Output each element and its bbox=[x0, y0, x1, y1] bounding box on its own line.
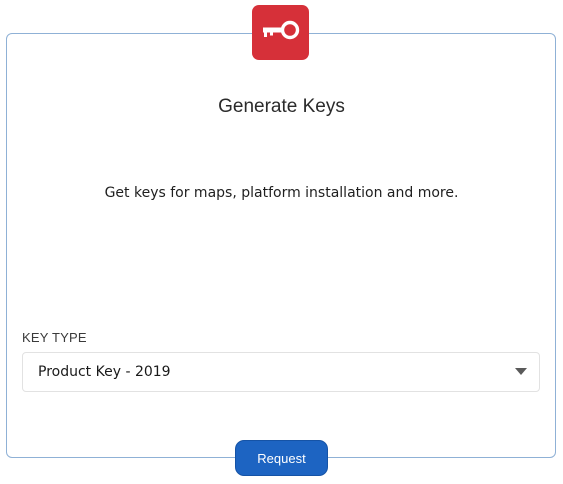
request-button[interactable]: Request bbox=[235, 440, 328, 476]
key-type-selected-value: Product Key - 2019 bbox=[38, 364, 171, 380]
key-badge bbox=[252, 5, 309, 60]
key-type-label: KEY TYPE bbox=[22, 330, 87, 345]
key-icon bbox=[261, 19, 301, 46]
page-subtitle: Get keys for maps, platform installation… bbox=[104, 185, 459, 201]
chevron-down-icon[interactable] bbox=[515, 368, 527, 375]
page-title: Generate Keys bbox=[218, 96, 345, 117]
key-type-select[interactable]: Product Key - 2019 bbox=[22, 352, 540, 392]
generate-keys-panel: Generate Keys Get keys for maps, platfor… bbox=[0, 0, 563, 484]
